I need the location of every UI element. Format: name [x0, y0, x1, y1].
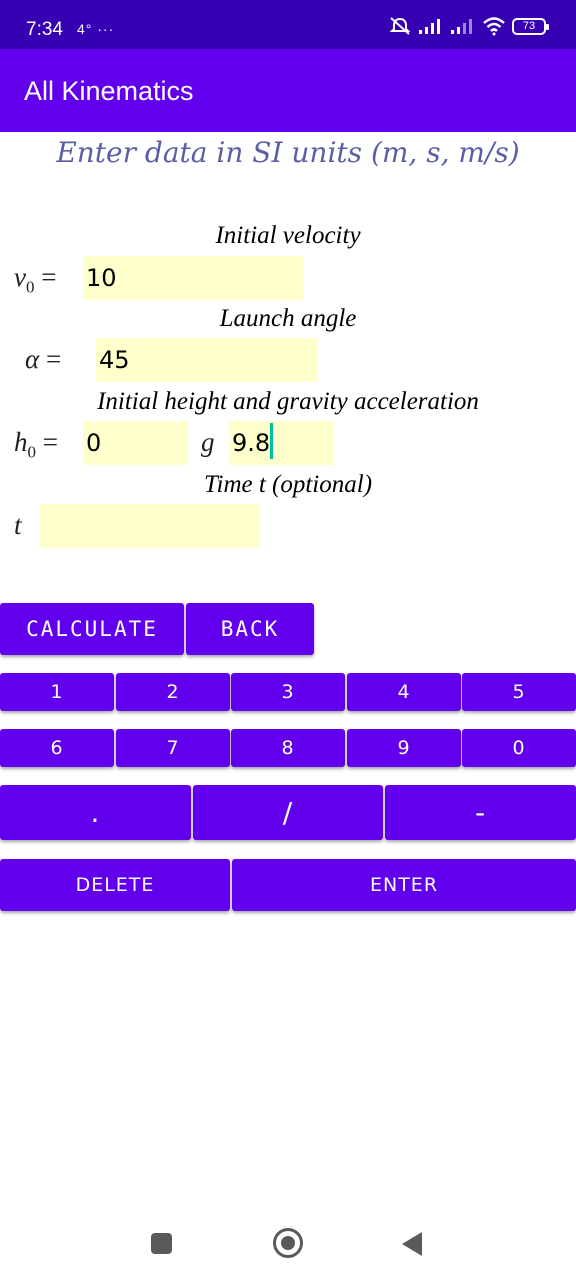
back-button[interactable]: BACK	[186, 603, 314, 655]
alpha-input[interactable]: 45	[96, 338, 317, 382]
delete-button[interactable]: DELETE	[0, 859, 230, 911]
h0-subscript: 0	[27, 442, 37, 462]
system-nav-bar	[0, 1210, 576, 1280]
v0-symbol: v	[14, 262, 26, 292]
signal-icon	[419, 19, 440, 34]
key-decimal-point[interactable]: .	[0, 785, 191, 840]
key-4[interactable]: 4	[347, 673, 461, 711]
h0-equals: =	[36, 427, 58, 457]
g-input[interactable]: 9.8	[229, 421, 334, 465]
recent-apps-icon[interactable]	[151, 1233, 172, 1254]
key-8[interactable]: 8	[231, 729, 345, 767]
alpha-symbol: α	[25, 344, 40, 374]
g-label: g	[201, 427, 215, 457]
time-optional-label: Time t (optional)	[203, 471, 373, 498]
key-0[interactable]: 0	[462, 729, 576, 767]
h0-input[interactable]: 0	[83, 421, 188, 465]
initial-height-gravity-label: Initial height and gravity acceleration	[97, 388, 479, 415]
signal-icon	[451, 19, 472, 34]
enter-button[interactable]: ENTER	[232, 859, 576, 911]
key-minus[interactable]: -	[385, 785, 576, 840]
t-label: t	[14, 510, 22, 540]
app-bar: All Kinematics	[0, 49, 576, 132]
alpha-label: α =	[25, 344, 61, 375]
v0-input[interactable]: 10	[83, 256, 304, 300]
key-1[interactable]: 1	[0, 673, 114, 711]
key-9[interactable]: 9	[347, 729, 461, 767]
key-slash[interactable]: /	[193, 785, 383, 840]
h0-label: h0 =	[14, 427, 58, 462]
t-input[interactable]	[40, 504, 260, 548]
wifi-icon	[483, 17, 505, 36]
v0-equals: =	[34, 262, 57, 292]
status-time: 7:34	[26, 19, 63, 40]
calculate-button[interactable]: CALCULATE	[0, 603, 184, 655]
key-3[interactable]: 3	[231, 673, 345, 711]
back-icon[interactable]	[402, 1232, 422, 1256]
v0-label: v0 =	[14, 262, 56, 297]
status-extra: 4° ···	[77, 21, 115, 37]
status-icons: 73	[388, 16, 549, 36]
mute-icon	[389, 17, 411, 35]
status-bar: 7:34 4° ··· 73	[0, 0, 576, 49]
home-icon[interactable]	[273, 1228, 303, 1258]
h0-symbol: h	[14, 427, 28, 457]
key-5[interactable]: 5	[462, 673, 576, 711]
launch-angle-label: Launch angle	[219, 305, 357, 332]
key-7[interactable]: 7	[116, 729, 230, 767]
key-6[interactable]: 6	[0, 729, 114, 767]
g-value: 9.8	[232, 429, 271, 457]
app-title: All Kinematics	[24, 76, 194, 106]
text-cursor	[270, 423, 274, 459]
form-subtitle: Enter data in SI units (m, s, m/s)	[56, 136, 520, 169]
battery-icon: 73	[512, 17, 549, 35]
alpha-equals: =	[39, 344, 62, 374]
initial-velocity-label: Initial velocity	[215, 222, 361, 249]
key-2[interactable]: 2	[116, 673, 230, 711]
